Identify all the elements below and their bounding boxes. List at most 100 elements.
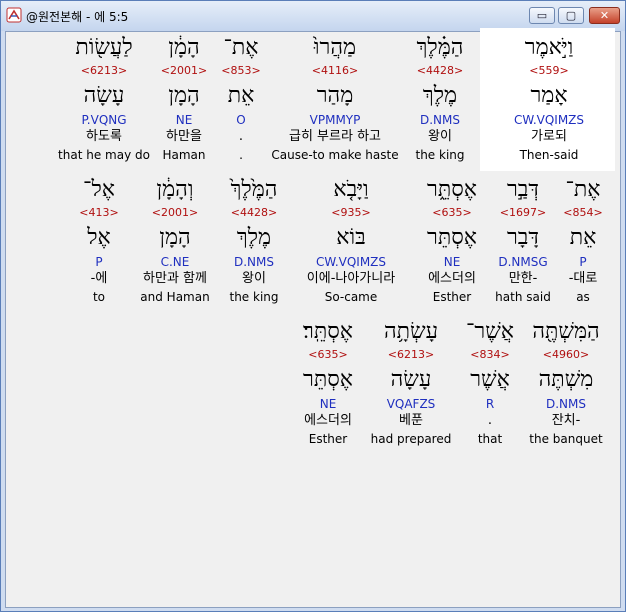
strong-number[interactable]: <2001> [130,206,220,220]
parsing-code[interactable]: VPMMYP [270,113,400,127]
parsing-code[interactable]: D.NMSG [490,255,556,269]
hebrew-word: וְהָמָ֔ן [156,177,194,202]
strong-number[interactable]: <935> [288,206,414,220]
korean-gloss: 하만을 [166,129,202,144]
korean-gloss: 하만과 함께 [143,271,207,286]
korean-gloss: -에 [90,271,108,286]
strong-number[interactable]: <635> [292,348,364,362]
hebrew-word: וַיֹּ֣אמֶר [524,35,574,60]
korean-gloss: 왕이 [428,129,452,144]
lexical-form: מָהַר [316,83,354,108]
word-cell[interactable]: וְהָמָ֔ן <2001> הָמָן C.NE 하만과 함께 and Ha… [130,174,220,314]
lexical-form: הָמָן [159,225,191,250]
hebrew-word: אֶת־ [223,35,259,60]
english-gloss: Cause-to make haste [271,148,399,162]
parsing-code[interactable]: NE [292,397,364,411]
lexical-form: מִשְׁתֶּה [538,367,594,392]
strong-number[interactable]: <4116> [270,64,400,78]
korean-gloss: 가로되 [531,129,567,144]
lexical-form: אָמַר [530,83,568,108]
strong-number[interactable]: <4428> [222,206,286,220]
word-cell[interactable]: אֶת־ <853> אֵת O . . [216,32,266,172]
parsing-code[interactable]: NE [154,113,214,127]
strong-number[interactable]: <4960> [524,348,608,362]
word-cell[interactable]: מַהֲרוּ֙ <4116> מָהַר VPMMYP 급히 부르라 하고 C… [270,32,400,172]
minimize-button[interactable]: ▭ [529,7,555,24]
strong-number[interactable]: <4428> [400,64,480,78]
word-cell[interactable]: אֲשֶׁר־ <834> אֲשֶׁר R . that [458,316,522,456]
app-icon [6,7,22,23]
strong-number[interactable]: <1697> [490,206,556,220]
title-bar[interactable]: @원전본해 - 에 5:5 ▭ ▢ ✕ [1,1,625,31]
parsing-code[interactable]: P.VQNG [54,113,154,127]
strong-number[interactable]: <834> [458,348,522,362]
english-gloss: to [92,290,106,304]
hebrew-word: הַמִּשְׁתֶּ֖ה [532,319,600,344]
maximize-button[interactable]: ▢ [558,7,584,24]
parsing-code[interactable]: NE [416,255,488,269]
english-gloss: Then-said [519,148,579,162]
word-cell[interactable]: דְּבַ֣ר <1697> דָּבָר D.NMSG 만한- hath sa… [490,174,556,314]
interlinear-panel[interactable]: וַיֹּ֣אמֶר <559> אָמַר CW.VQIMZS 가로되 The… [5,28,621,608]
lexical-form: אֵת [569,225,597,250]
english-gloss: the banquet [529,432,603,446]
english-gloss: hath said [495,290,551,304]
parsing-code[interactable]: O [216,113,266,127]
word-cell[interactable]: אֶת־ <854> אֵת P -대로 as [558,174,608,314]
parsing-code[interactable]: D.NMS [222,255,286,269]
lexical-form: בּוֹא [336,225,366,250]
english-gloss: and Haman [140,290,210,304]
english-gloss: that he may do [58,148,150,162]
word-cell[interactable]: הַמֶּ֙לֶךְ֙ <4428> מֶלֶךְ D.NMS 왕이 the k… [222,174,286,314]
korean-gloss: . [487,413,493,428]
strong-number[interactable]: <413> [74,206,124,220]
parsing-code[interactable]: P [558,255,608,269]
word-cell[interactable]: אֶל־ <413> אֶל P -에 to [74,174,124,314]
strong-number[interactable]: <6213> [368,348,454,362]
korean-gloss: 베푼 [399,413,423,428]
close-button[interactable]: ✕ [589,7,620,24]
parsing-code[interactable]: CW.VQIMZS [288,255,414,269]
strong-number[interactable]: <2001> [154,64,214,78]
lexical-form: אֶסְתֵּר [427,225,477,250]
strong-number[interactable]: <6213> [54,64,154,78]
hebrew-word: הָמָ֔ן [168,35,200,60]
hebrew-word: אֶסְתֵּֽר׃ [303,319,353,344]
parsing-code[interactable]: R [458,397,522,411]
strong-number[interactable]: <635> [416,206,488,220]
english-gloss: that [477,432,503,446]
word-cell[interactable]: לַעֲשׂ֖וֹת <6213> עָשָׂה P.VQNG 하도록 that… [54,32,154,172]
hebrew-word: אֶת־ [565,177,601,202]
hebrew-word: וַיָּבֹ֤א [333,177,369,202]
english-gloss: Esther [308,432,348,446]
word-cell[interactable]: הַמֶּ֗לֶךְ <4428> מֶלֶךְ D.NMS 왕이 the ki… [400,32,480,172]
strong-number[interactable]: <853> [216,64,266,78]
parsing-code[interactable]: CW.VQIMZS [484,113,614,127]
word-cell[interactable]: וַיָּבֹ֤א <935> בּוֹא CW.VQIMZS 이에-나아가니라… [288,174,414,314]
parsing-code[interactable]: C.NE [130,255,220,269]
parsing-code[interactable]: D.NMS [524,397,608,411]
strong-number[interactable]: <854> [558,206,608,220]
hebrew-word: אֲשֶׁר־ [465,319,514,344]
maximize-icon: ▢ [565,9,577,22]
english-gloss: Haman [162,148,206,162]
lexical-form: אֶסְתֵּר [303,367,353,392]
korean-gloss: . [238,129,244,144]
word-cell[interactable]: וַיֹּ֣אמֶר <559> אָמַר CW.VQIMZS 가로되 The… [484,32,614,172]
korean-gloss: 급히 부르라 하고 [289,129,381,144]
parsing-code[interactable]: P [74,255,124,269]
word-cell[interactable]: הָמָ֔ן <2001> הָמָן NE 하만을 Haman [154,32,214,172]
lexical-form: עָשָׂה [83,83,125,108]
word-cell[interactable]: עָשְׂתָ֥ה <6213> עָשָׂה VQAFZS 베푼 had pr… [368,316,454,456]
english-gloss: had prepared [370,432,452,446]
word-cell[interactable]: אֶסְתֵּ֑ר <635> אֶסְתֵּר NE 에스더의 Esther [416,174,488,314]
hebrew-word: הַמֶּ֙לֶךְ֙ [230,177,278,202]
word-cell[interactable]: אֶסְתֵּֽר׃ <635> אֶסְתֵּר NE 에스더의 Esther [292,316,364,456]
strong-number[interactable]: <559> [484,64,614,78]
minimize-icon: ▭ [536,9,548,22]
word-cell[interactable]: הַמִּשְׁתֶּ֖ה <4960> מִשְׁתֶּה D.NMS 잔치-… [524,316,608,456]
app-window: @원전본해 - 에 5:5 ▭ ▢ ✕ וַיֹּ֣אמֶר <559> אָמ… [0,0,626,612]
parsing-code[interactable]: VQAFZS [368,397,454,411]
english-gloss: So-came [324,290,378,304]
parsing-code[interactable]: D.NMS [400,113,480,127]
